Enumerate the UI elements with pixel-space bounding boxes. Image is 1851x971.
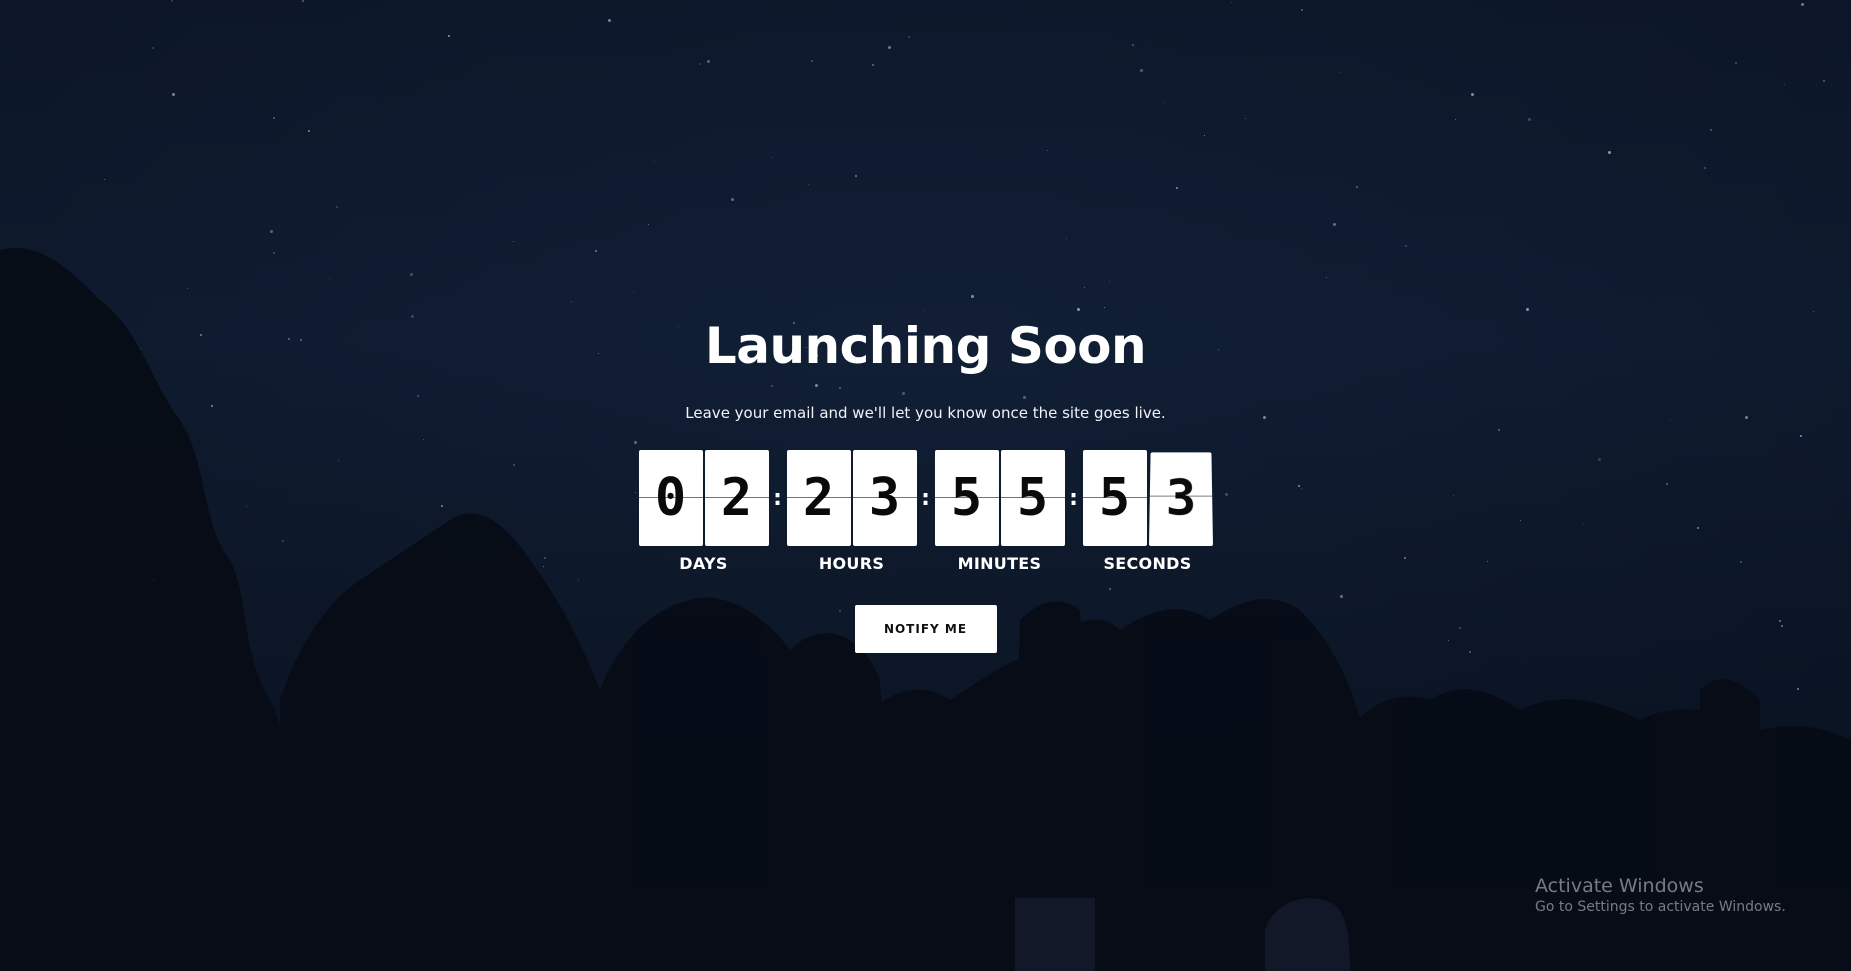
countdown-timer: 0 2 DAYS : 2 3 HOURS : 5 5 MINUTES : 5 3… bbox=[0, 450, 1851, 573]
days-digit-2: 2 bbox=[704, 450, 769, 546]
minutes-digit-1: 5 bbox=[934, 450, 999, 546]
countdown-days: 0 2 DAYS bbox=[638, 450, 769, 573]
countdown-minutes: 5 5 MINUTES bbox=[934, 450, 1065, 573]
minutes-digits: 5 5 bbox=[934, 450, 1065, 546]
days-digit-1: 0 bbox=[638, 450, 703, 546]
seconds-label: SECONDS bbox=[1103, 554, 1192, 573]
hours-digit-1: 2 bbox=[786, 450, 851, 546]
notify-me-button[interactable]: NOTIFY ME bbox=[854, 605, 997, 653]
activate-windows-watermark: Activate Windows Go to Settings to activ… bbox=[1535, 875, 1786, 915]
hours-digits: 2 3 bbox=[786, 450, 917, 546]
countdown-separator: : bbox=[921, 485, 930, 511]
minutes-label: MINUTES bbox=[957, 554, 1042, 573]
countdown-seconds: 5 3 SECONDS bbox=[1082, 450, 1213, 573]
hours-label: HOURS bbox=[818, 554, 885, 573]
seconds-digits: 5 3 bbox=[1082, 450, 1213, 546]
watermark-subtitle: Go to Settings to activate Windows. bbox=[1535, 899, 1786, 915]
page-subtitle: Leave your email and we'll let you know … bbox=[685, 404, 1166, 422]
countdown-separator: : bbox=[1069, 485, 1078, 511]
days-label: DAYS bbox=[679, 554, 728, 573]
days-digits: 0 2 bbox=[638, 450, 769, 546]
launch-content: Launching Soon Leave your email and we'l… bbox=[0, 310, 1851, 653]
seconds-digit-2: 3 bbox=[1148, 452, 1213, 546]
countdown-hours: 2 3 HOURS bbox=[786, 450, 917, 573]
watermark-title: Activate Windows bbox=[1535, 875, 1704, 897]
countdown-separator: : bbox=[773, 485, 782, 511]
seconds-digit-1: 5 bbox=[1082, 450, 1147, 546]
page-title: Launching Soon bbox=[704, 317, 1147, 375]
minutes-digit-2: 5 bbox=[1000, 450, 1065, 546]
hours-digit-2: 3 bbox=[852, 450, 917, 546]
